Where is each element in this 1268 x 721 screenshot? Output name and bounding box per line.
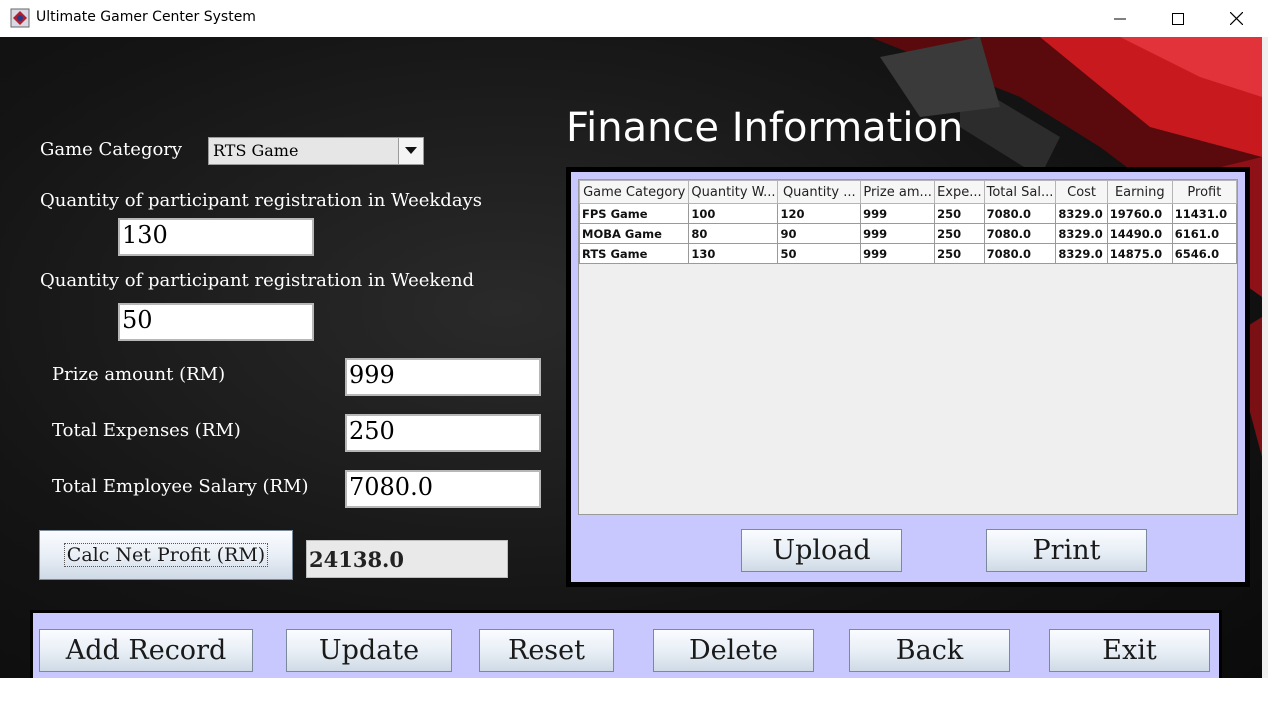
reset-button[interactable]: Reset <box>479 629 614 672</box>
table-row[interactable]: FPS Game 100 120 999 250 7080.0 8329.0 19760.0 1… <box>579 203 1237 224</box>
table-cell[interactable]: 120 <box>777 203 862 224</box>
net-profit-value: 24138.0 <box>306 540 508 578</box>
expenses-input[interactable]: 250 <box>345 414 541 452</box>
chevron-down-icon <box>405 147 417 154</box>
column-header[interactable]: Game Category <box>579 180 690 204</box>
weekend-input[interactable]: 50 <box>118 303 314 341</box>
table-cell[interactable]: 6161.0 <box>1171 223 1237 244</box>
prize-label: Prize amount (RM) <box>52 364 226 385</box>
table-cell[interactable]: 80 <box>688 223 779 244</box>
finance-table-grid[interactable]: Game Category Quantity W... Quantity ... Pr… <box>579 180 1237 264</box>
table-cell[interactable]: 90 <box>777 223 862 244</box>
column-header[interactable]: Cost <box>1055 180 1108 204</box>
table-cell[interactable]: 8329.0 <box>1055 243 1108 264</box>
window-title: Ultimate Gamer Center System <box>36 9 256 25</box>
game-category-value: RTS Game <box>213 141 299 160</box>
game-category-select[interactable]: RTS Game <box>208 137 424 165</box>
table-header-row: Game Category Quantity W... Quantity ... Pr… <box>579 180 1237 204</box>
table-cell[interactable]: 14875.0 <box>1106 243 1173 264</box>
table-cell[interactable]: 250 <box>934 243 985 264</box>
column-header[interactable]: Quantity ... <box>777 180 862 204</box>
delete-button[interactable]: Delete <box>653 629 814 672</box>
table-cell[interactable]: 250 <box>934 203 985 224</box>
weekdays-label: Quantity of participant registration in … <box>40 190 482 211</box>
table-cell[interactable]: 8329.0 <box>1055 223 1108 244</box>
update-button[interactable]: Update <box>286 629 452 672</box>
window-border <box>1262 37 1268 715</box>
table-cell[interactable]: 999 <box>860 223 936 244</box>
finance-table[interactable]: Game Category Quantity W... Quantity ... Pr… <box>578 179 1238 515</box>
table-cell[interactable]: 7080.0 <box>983 223 1057 244</box>
table-cell[interactable]: 50 <box>777 243 862 264</box>
maximize-icon <box>1172 12 1184 25</box>
prize-input[interactable]: 999 <box>345 358 541 396</box>
dropdown-arrow[interactable] <box>398 138 423 164</box>
salary-input[interactable]: 7080.0 <box>345 470 541 508</box>
salary-label: Total Employee Salary (RM) <box>52 476 309 497</box>
calc-net-profit-button[interactable]: Calc Net Profit (RM) <box>39 530 293 580</box>
app-icon <box>10 8 30 28</box>
main-content: Game Category RTS Game Quantity of parti… <box>0 37 1262 715</box>
title-bar: Ultimate Gamer Center System <box>0 0 1268 37</box>
table-cell[interactable]: MOBA Game <box>579 223 690 244</box>
column-header[interactable]: Total Sal... <box>983 180 1057 204</box>
table-cell[interactable]: 19760.0 <box>1106 203 1173 224</box>
weekdays-input[interactable]: 130 <box>118 218 314 256</box>
column-header[interactable]: Expe... <box>934 180 985 204</box>
upload-button[interactable]: Upload <box>741 529 902 572</box>
add-record-button[interactable]: Add Record <box>39 629 253 672</box>
table-cell[interactable]: 7080.0 <box>983 243 1057 264</box>
table-cell[interactable]: 250 <box>934 223 985 244</box>
column-header[interactable]: Quantity W... <box>688 180 779 204</box>
table-cell[interactable]: 14490.0 <box>1106 223 1173 244</box>
close-icon <box>1229 12 1243 25</box>
table-body: FPS Game 100 120 999 250 7080.0 8329.0 19760.0 1… <box>579 203 1237 264</box>
table-cell[interactable]: FPS Game <box>579 203 690 224</box>
game-category-label: Game Category <box>40 139 183 160</box>
finance-title: Finance Information <box>566 105 964 151</box>
expenses-label: Total Expenses (RM) <box>52 420 241 441</box>
table-row[interactable]: MOBA Game 80 90 999 250 7080.0 8329.0 14490.0 61… <box>579 223 1237 244</box>
column-header[interactable]: Prize am... <box>860 180 936 204</box>
table-cell[interactable]: 100 <box>688 203 779 224</box>
table-cell[interactable]: 8329.0 <box>1055 203 1108 224</box>
exit-button[interactable]: Exit <box>1049 629 1210 672</box>
table-cell[interactable]: RTS Game <box>579 243 690 264</box>
calc-net-profit-label: Calc Net Profit (RM) <box>63 543 269 567</box>
table-cell[interactable]: 999 <box>860 203 936 224</box>
close-button[interactable] <box>1207 0 1265 37</box>
table-cell[interactable]: 130 <box>688 243 779 264</box>
minimize-button[interactable] <box>1091 0 1149 37</box>
window-bottom-edge <box>0 678 1268 721</box>
table-cell[interactable]: 999 <box>860 243 936 264</box>
table-cell[interactable]: 7080.0 <box>983 203 1057 224</box>
weekend-label: Quantity of participant registration in … <box>40 270 475 291</box>
back-button[interactable]: Back <box>849 629 1010 672</box>
column-header[interactable]: Earning <box>1106 180 1173 204</box>
column-header[interactable]: Profit <box>1171 180 1237 204</box>
minimize-icon <box>1114 18 1126 19</box>
table-row[interactable]: RTS Game 130 50 999 250 7080.0 8329.0 14875.0 65… <box>579 243 1237 264</box>
table-cell[interactable]: 6546.0 <box>1171 243 1237 264</box>
print-button[interactable]: Print <box>986 529 1147 572</box>
maximize-button[interactable] <box>1149 0 1207 37</box>
table-cell[interactable]: 11431.0 <box>1171 203 1237 224</box>
